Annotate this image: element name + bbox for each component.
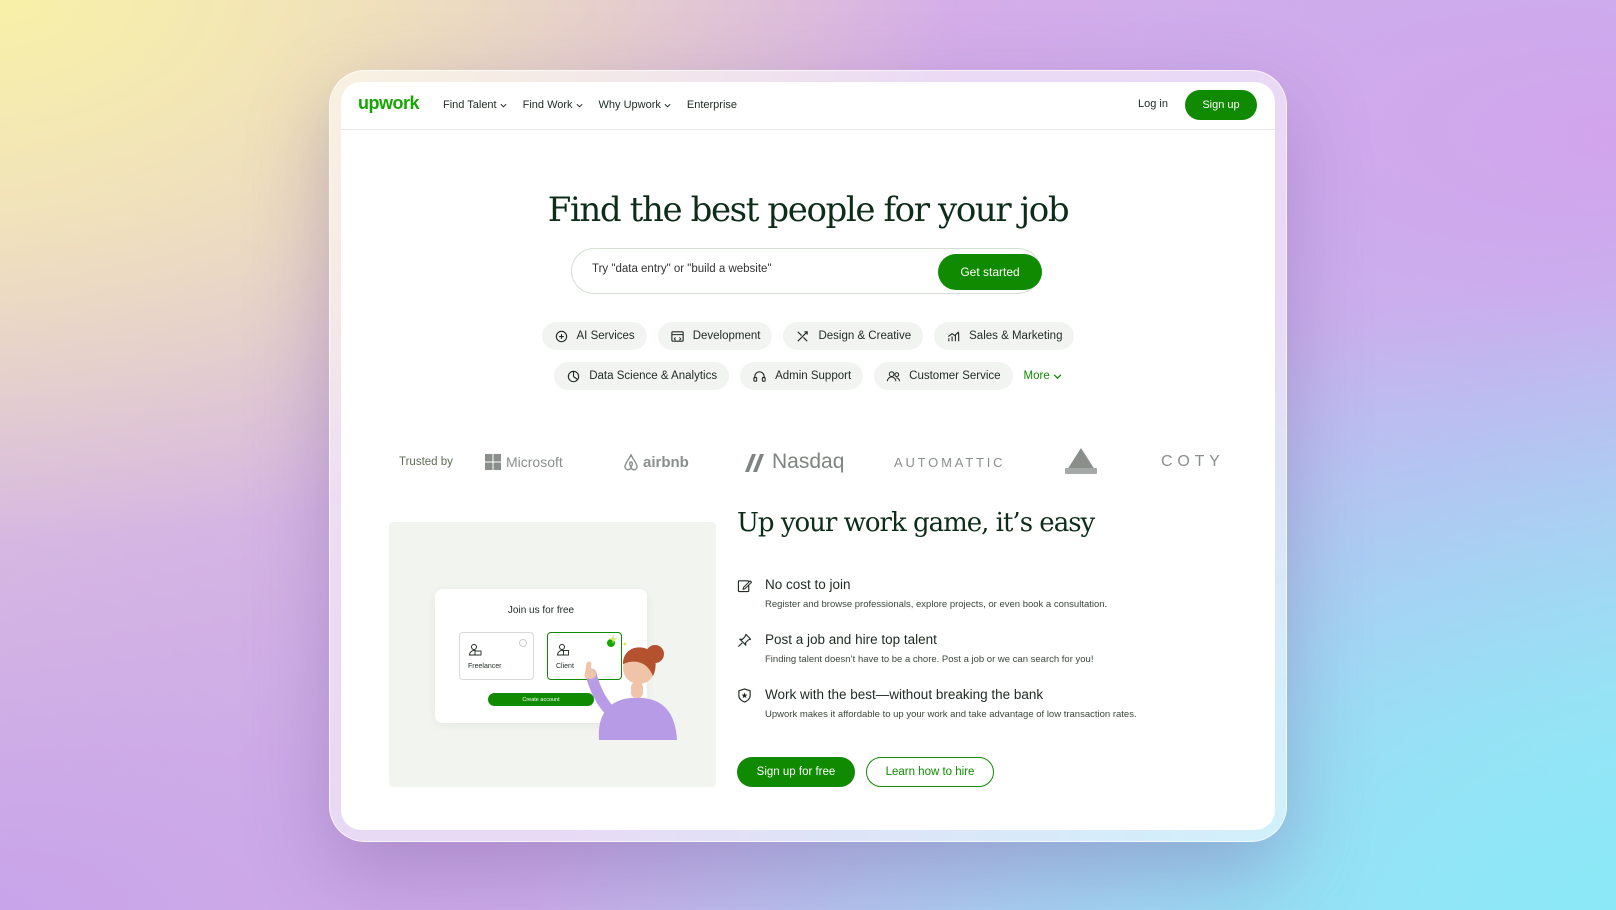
section-title: Up your work game, it’s easy: [737, 508, 1095, 538]
feature-description: Upwork makes it affordable to up your wo…: [765, 709, 1137, 720]
category-customer-service[interactable]: Customer Service: [874, 362, 1013, 390]
category-label: Design & Creative: [818, 330, 912, 342]
development-icon: [671, 330, 684, 342]
category-label: Customer Service: [909, 370, 1001, 382]
edit-icon: [737, 580, 752, 593]
browser-viewport: upwork Find Talent Find Work Why Upwork …: [341, 82, 1275, 830]
category-label: Sales & Marketing: [969, 330, 1063, 342]
option-label: Freelancer: [468, 663, 502, 670]
category-design-creative[interactable]: Design & Creative: [783, 322, 924, 350]
upwork-logo[interactable]: upwork: [358, 93, 420, 114]
nasdaq-logo: Nasdaq: [743, 446, 844, 478]
feature-description: Register and browse professionals, explo…: [765, 599, 1108, 610]
more-categories-button[interactable]: More: [1024, 362, 1062, 390]
category-admin-support[interactable]: Admin Support: [740, 362, 864, 390]
brand-name: AUTOMATTIC: [894, 454, 1006, 470]
nav-link-label: Find Talent: [443, 99, 497, 111]
nav-enterprise[interactable]: Enterprise: [687, 99, 737, 111]
sales-marketing-icon: [948, 330, 960, 341]
chevron-down-icon: [664, 103, 671, 108]
chevron-down-icon: [500, 103, 507, 108]
feature-title: No cost to join: [765, 577, 851, 592]
customer-service-icon: [887, 370, 901, 381]
client-icon: [556, 644, 569, 656]
category-ai-services[interactable]: AI Services: [541, 322, 647, 350]
learn-how-to-hire-button[interactable]: Learn how to hire: [866, 757, 994, 787]
trusted-by-label: Trusted by: [399, 456, 453, 468]
airbnb-logo: airbnb: [623, 446, 689, 478]
feature-description: Finding talent doesn’t have to be a chor…: [765, 654, 1094, 665]
brand-name: Microsoft: [506, 454, 563, 470]
nasdaq-mark-icon: [745, 454, 764, 472]
airbnb-belo-icon: [624, 453, 638, 471]
nav-link-label: Find Work: [522, 99, 573, 111]
get-started-button[interactable]: Get started: [938, 254, 1042, 290]
ai-services-icon: [555, 330, 567, 342]
data-science-icon: [568, 370, 580, 382]
hero-search: Get started: [571, 248, 1042, 294]
pointing-person-illustration: [584, 634, 677, 740]
freelancer-icon: [468, 644, 482, 656]
radio-indicator: [519, 639, 527, 647]
join-card-title: Join us for free: [507, 605, 575, 616]
nav-why-upwork[interactable]: Why Upwork: [599, 99, 671, 111]
automattic-logo: AUTOMATTIC: [894, 446, 1005, 478]
category-label: AI Services: [576, 330, 635, 342]
feature-title: Work with the best—without breaking the …: [765, 687, 1044, 702]
brand-name: COTY: [1161, 453, 1225, 470]
pin-icon: [738, 633, 752, 647]
option-label: Client: [556, 663, 574, 670]
nav-find-talent[interactable]: Find Talent: [443, 99, 507, 111]
signup-button[interactable]: Sign up: [1185, 90, 1257, 120]
category-row-2: Data Science & Analytics Admin Support C…: [341, 362, 1275, 390]
signup-free-button[interactable]: Sign up for free: [737, 757, 855, 787]
category-sales-marketing[interactable]: Sales & Marketing: [934, 322, 1075, 350]
brand-name: airbnb: [643, 453, 689, 471]
more-label: More: [1023, 370, 1050, 382]
category-development[interactable]: Development: [657, 322, 773, 350]
login-link[interactable]: Log in: [1138, 98, 1168, 110]
category-label: Admin Support: [775, 370, 852, 382]
admin-support-icon: [753, 370, 766, 382]
bissell-mark-icon: [1065, 448, 1097, 474]
microsoft-logo: Microsoft: [485, 446, 563, 478]
nav-link-label: Why Upwork: [598, 99, 661, 111]
hero-title: Find the best people for your job: [547, 190, 1070, 230]
nav-links: Find Talent Find Work Why Upwork Enterpr…: [443, 99, 737, 111]
category-label: Data Science & Analytics: [589, 370, 718, 382]
feature-title: Post a job and hire top talent: [765, 632, 937, 647]
design-icon: [797, 330, 809, 342]
search-input[interactable]: [592, 263, 912, 275]
coty-logo: COTY: [1161, 446, 1225, 478]
bissell-logo: [1059, 446, 1103, 478]
shield-star-icon: [738, 688, 751, 703]
category-row-1: AI Services Development Design & Creativ…: [341, 322, 1275, 350]
chevron-down-icon: [1053, 373, 1062, 379]
nav-find-work[interactable]: Find Work: [523, 99, 583, 111]
category-label: Development: [692, 330, 761, 342]
chevron-down-icon: [576, 103, 583, 108]
top-navigation: upwork Find Talent Find Work Why Upwork …: [341, 82, 1275, 130]
microsoft-squares-icon: [485, 454, 501, 470]
category-data-science[interactable]: Data Science & Analytics: [554, 362, 730, 390]
freelancer-option: Freelancer: [459, 632, 534, 680]
nav-link-label: Enterprise: [686, 99, 738, 111]
signup-illustration: Join us for free Freelancer Client Creat…: [389, 522, 716, 787]
brand-name: Nasdaq: [772, 450, 845, 473]
